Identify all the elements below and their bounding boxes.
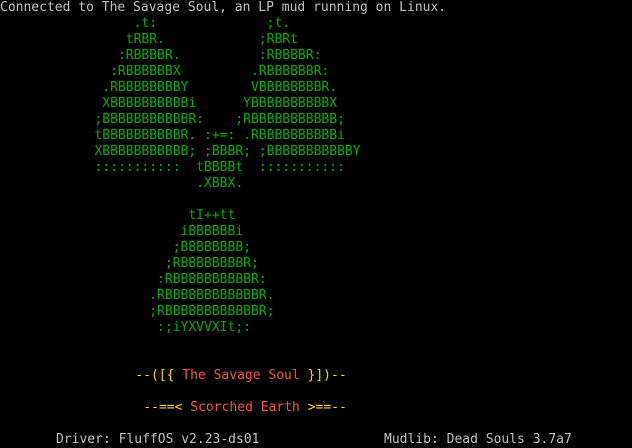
art-line: :RBBBBBBX .RBBBBBBR: [24,64,330,79]
mud-terminal-window[interactable]: Connected to The Savage Soul, an LP mud … [0,0,632,448]
art-line: .RBBBBBBBBBBBBR. [24,288,275,303]
title-frame-left: --([{ [135,368,183,383]
subtitle-frame-right: >==-- [299,400,347,415]
art-line: :RBBBBBBBBBBR: [24,272,267,287]
driver-label: Driver: FluffOS v2.23-ds01 [56,432,260,447]
art-line: .XBBX. [24,176,244,191]
title-frame-right: }])-- [299,368,347,383]
art-line: iBBBBBBi [24,224,244,239]
art-line: XBBBBBBBBBBi YBBBBBBBBBBX [24,96,338,111]
art-line: tRBR. ;RBRt [24,32,298,47]
art-line: XBBBBBBBBBBB; ;BBBR; ;BBBBBBBBBBBY [24,144,361,159]
art-line: ;BBBBBBBBBBBR: ;RBBBBBBBBBBB; [24,112,345,127]
art-line: :RBBBBR. :RBBBBR: [24,48,322,63]
art-line: tI++tt [24,208,236,223]
mud-subtitle-line: --==< Scorched Earth >==-- [112,384,347,415]
art-line: tBBBBBBBBBBR. :+=: .RBBBBBBBBBBi [24,128,345,143]
art-line: ;RBBBBBBBBBBBBR; [24,304,275,319]
art-line: ;BBBBBBBB; [24,240,251,255]
mud-subtitle: Scorched Earth [190,400,300,415]
art-line: .RBBBBBBBBY VBBBBBBBBR. [24,80,338,95]
art-line: :;iYXVVXIt;: [24,320,251,335]
connect-message: Connected to The Savage Soul, an LP mud … [0,0,447,15]
subtitle-frame-left: --==< [143,400,191,415]
mud-title: The Savage Soul [182,368,300,383]
art-line: ::::::::::: tBBBBt ::::::::::: [24,160,345,175]
art-line: ;RBBBBBBBBR; [24,256,259,271]
mud-title-line: --([{ The Savage Soul }])-- [104,352,346,383]
mudlib-label: Mudlib: Dead Souls 3.7a7 [384,432,572,447]
art-line: .t: ;t. [24,16,291,31]
